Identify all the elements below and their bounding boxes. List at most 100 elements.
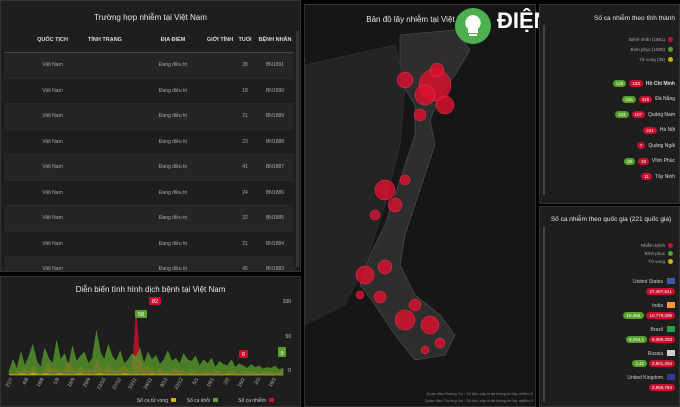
attribution-2: Quần đảo Trường Sa - Số liệu cập nhật th… [425, 398, 534, 403]
province-row[interactable]: 103 107 Quảng Nam [615, 111, 675, 118]
outbreak-bubble[interactable] [414, 84, 436, 106]
outbreak-bubble[interactable] [420, 315, 440, 335]
country-row[interactable]: India 10,485, 10,779,206 [564, 302, 675, 323]
country-name: United Kingdom [627, 375, 663, 381]
table-row[interactable]: BN1889 21 Đang điều trị Việt Nam [5, 104, 294, 130]
province-scrollbar[interactable] [543, 25, 545, 195]
table-cell [70, 181, 140, 206]
outbreak-bubble[interactable] [387, 197, 403, 213]
outbreak-bubble[interactable] [377, 259, 393, 275]
table-cell: Đang điều trị [158, 215, 188, 222]
lightbulb-icon [455, 8, 491, 44]
table-cell [70, 53, 140, 78]
table-cell: Đang điều trị [158, 266, 188, 272]
outbreak-bubble[interactable] [355, 290, 365, 300]
svg-text:6: 6 [242, 352, 245, 358]
outbreak-bubble[interactable] [369, 209, 381, 221]
outbreak-bubble[interactable] [434, 337, 446, 349]
table-title: Trường hợp nhiễm tại Việt Nam [94, 13, 207, 22]
recovered-badge: 316 [622, 95, 636, 103]
site-logo[interactable] [453, 6, 493, 51]
outbreak-bubble[interactable] [429, 62, 445, 78]
province-row[interactable]: 125 183 Hồ Chí Minh [612, 80, 675, 87]
outbreak-bubble[interactable] [435, 95, 455, 115]
col-location[interactable]: ĐỊA ĐIỂM [140, 28, 206, 52]
map-panel[interactable]: Bản đồ lây nhiễm tại Việt Nam Quần đảo H… [304, 4, 536, 407]
country-title: Số ca nhiễm theo quốc gia (221 quốc gia) [550, 216, 672, 223]
xtick-label: 8/12 [159, 377, 169, 389]
col-gender[interactable]: GIỚI TÍNH [206, 28, 234, 52]
outbreak-bubble[interactable] [394, 309, 416, 331]
table-cell: Đang điều trị [158, 240, 188, 247]
outbreak-bubble[interactable] [373, 290, 387, 304]
legend-cases: Số ca nhiễm [238, 397, 266, 404]
country-scrollbar[interactable] [543, 227, 545, 402]
table-cell: 32 [242, 215, 248, 222]
province-row[interactable]: 7 Quảng Ngãi [636, 142, 675, 149]
table-cell: BN1888 [265, 138, 285, 145]
ytick-50: 50 [285, 334, 291, 340]
country-row[interactable]: United States 27,407,541 [564, 278, 675, 299]
table-row[interactable]: BN1884 21 Đang điều trị Việt Nam [5, 232, 294, 257]
ytick-100: 100 [283, 299, 292, 305]
xtick-label: 18/8 [36, 377, 46, 389]
table-cell: BN1891 [265, 62, 285, 69]
xtick-label: 22/12 [173, 377, 185, 391]
end-green-label: 9 [278, 347, 286, 357]
col-patient[interactable]: BỆNH NHÂN [256, 28, 294, 52]
cases-badge: 10,779,206 [646, 312, 675, 319]
outbreak-bubble[interactable] [399, 174, 411, 186]
cases-badge: 11 [641, 173, 652, 180]
table-body: BN1891 28 Đang điều trị Việt Nam BN1890 18 Đan… [5, 53, 294, 272]
recovered-badge: 19 [623, 157, 635, 165]
table-cell: Việt Nam [42, 113, 63, 120]
outbreak-bubble[interactable] [413, 108, 427, 122]
province-row[interactable]: 221 Hà Nội [643, 126, 675, 134]
table-row[interactable]: BN1886 24 Đang điều trị Việt Nam [5, 181, 294, 206]
table-row[interactable]: BN1887 41 Đang điều trị Việt Nam [5, 155, 294, 181]
country-row[interactable]: Brazil 8,254,1 9,396,293 [564, 326, 675, 347]
table-scrollbar[interactable] [296, 31, 299, 267]
country-row[interactable]: United Kingdom 3,959,784 [564, 374, 675, 395]
province-panel: Số ca nhiễm theo tỉnh thành Bệnh nhân (1… [539, 4, 680, 204]
table-cell: Việt Nam [42, 164, 63, 171]
outbreak-bubble[interactable] [396, 71, 414, 89]
table-cell: 18 [242, 87, 248, 94]
outbreak-bubble[interactable] [420, 345, 430, 355]
flag-icon [667, 326, 675, 332]
cases-table-panel: Trường hợp nhiễm tại Việt Nam BỆNH NHÂN … [0, 0, 301, 272]
province-row[interactable]: 11 Tây Ninh [641, 173, 675, 180]
xtick-label: 1/9 [52, 377, 61, 386]
province-row[interactable]: 19 19 Vĩnh Phúc [623, 157, 675, 165]
table-row[interactable]: BN1883 45 Đang điều trị Việt Nam [5, 257, 294, 272]
cty-legend-recovered: Bình phục [645, 251, 673, 256]
cases-badge: 19 [637, 157, 649, 165]
table-cell: 41 [242, 164, 248, 171]
table-cell: BN1885 [265, 215, 285, 222]
col-age[interactable]: TUỔI [234, 28, 256, 52]
end-red-label: 6 [239, 350, 248, 358]
country-panel: Số ca nhiễm theo quốc gia (221 quốc gia)… [539, 206, 680, 407]
outbreak-bubble[interactable] [374, 179, 396, 201]
country-name: United States [632, 279, 663, 285]
xtick-label: 15/9 [67, 377, 77, 389]
col-nationality[interactable]: QUỐC TỊCH [35, 28, 70, 52]
country-row[interactable]: Russia 3,41 3,901,204 [564, 350, 675, 371]
flag-icon [667, 278, 675, 284]
province-row[interactable]: 316 425 Đà Nẵng [622, 95, 675, 103]
xtick-label: 29/9 [82, 377, 92, 389]
outbreak-bubble[interactable] [408, 298, 422, 312]
outbreak-bubble[interactable] [355, 265, 375, 285]
table-row[interactable]: BN1890 18 Đang điều trị Việt Nam [5, 79, 294, 104]
table-cell [70, 130, 140, 155]
table-cell: Việt Nam [42, 240, 63, 247]
col-status[interactable]: TÌNH TRẠNG [70, 28, 140, 52]
table-cell [206, 181, 234, 206]
vietnam-map[interactable]: Quần đảo Hoàng Sa - Số liệu cập nhật thô… [305, 5, 536, 407]
cases-badge: 9,396,293 [648, 336, 675, 343]
xtick-label: 21/7 [5, 377, 15, 389]
table-cell: BN1889 [265, 113, 285, 120]
table-row[interactable]: BN1888 23 Đang điều trị Việt Nam [5, 130, 294, 155]
table-row[interactable]: BN1885 32 Đang điều trị Việt Nam [5, 206, 294, 232]
table-row[interactable]: BN1891 28 Đang điều trị Việt Nam [5, 53, 294, 79]
